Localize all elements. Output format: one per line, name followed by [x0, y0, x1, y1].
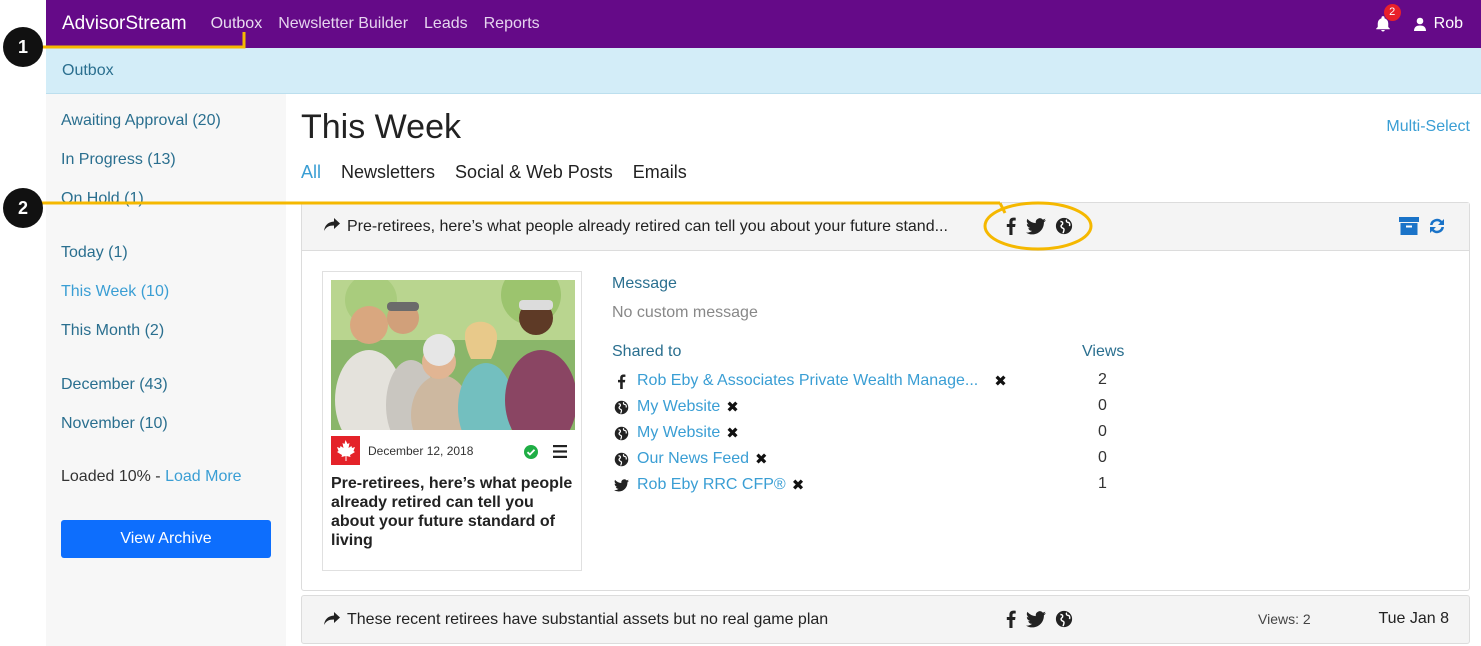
annotation-overlay	[40, 32, 1093, 251]
annotation-marker-2: 2	[3, 188, 43, 228]
app-root: AdvisorStream Outbox Newsletter Builder …	[0, 0, 1481, 646]
annotation-marker-1: 1	[3, 27, 43, 67]
